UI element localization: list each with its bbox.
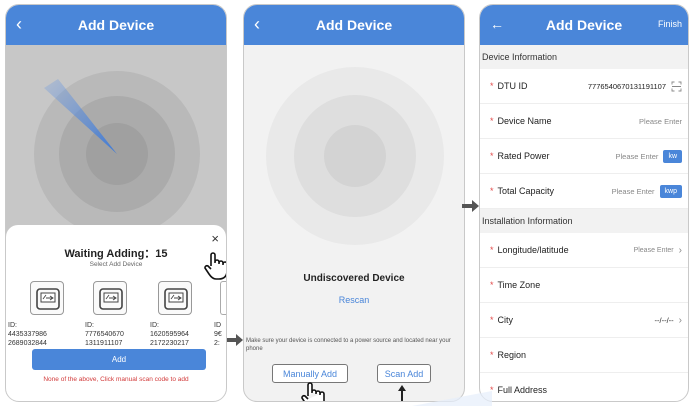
required-star: * xyxy=(490,350,494,360)
tap-hand-icon xyxy=(204,252,226,280)
device-card-partial xyxy=(220,281,226,315)
longitude-latitude-row[interactable]: * Longitude/latitude Please Enter › xyxy=(480,233,688,268)
device-name-label: Device Name xyxy=(497,116,552,126)
time-zone-row[interactable]: * Time Zone xyxy=(480,268,688,303)
up-arrow-icon xyxy=(398,385,406,401)
flow-arrow-icon xyxy=(462,200,479,212)
total-capacity-label: Total Capacity xyxy=(497,186,555,196)
back-icon[interactable]: ‹ xyxy=(254,14,260,34)
header-bar: ‹ Add Device xyxy=(244,5,464,45)
device-name-row[interactable]: * Device Name Please Enter xyxy=(480,104,688,139)
device-icon xyxy=(158,281,192,315)
power-hint-text: Make sure your device is connected to a … xyxy=(246,338,451,352)
device-form-screen: ← Add Device Finish Device Information *… xyxy=(479,4,689,402)
page-title: Add Device xyxy=(77,17,155,33)
close-icon[interactable]: × xyxy=(211,231,219,246)
region-row[interactable]: * Region xyxy=(480,338,688,373)
radar-ring-inner xyxy=(324,125,386,187)
required-star: * xyxy=(490,81,494,91)
unit-badge-kw: kw xyxy=(663,149,682,163)
total-capacity-row[interactable]: * Total Capacity Please Enter kwp xyxy=(480,174,688,209)
add-button[interactable]: Add xyxy=(32,349,206,370)
dtu-id-label: DTU ID xyxy=(497,81,528,91)
device-icon xyxy=(93,281,127,315)
search-device-screen: ‹ Add Device Undiscovered Device Rescan … xyxy=(243,4,465,402)
rescan-link[interactable]: Rescan xyxy=(244,295,464,305)
finish-button[interactable]: Finish xyxy=(658,19,682,29)
chevron-right-icon: › xyxy=(678,314,682,326)
scan-add-button[interactable]: Scan Add xyxy=(377,364,431,383)
header-bar: ‹ Add Device xyxy=(6,5,226,45)
rated-power-label: Rated Power xyxy=(497,151,550,161)
device-select-sheet: × Waiting Adding：15 Select Add Device ID… xyxy=(6,225,226,401)
total-capacity-input[interactable]: Please Enter kwp xyxy=(612,184,682,198)
longitude-latitude-label: Longitude/latitude xyxy=(497,245,569,255)
dtu-id-value: 7776540670131191107 xyxy=(588,81,682,92)
flow-arrow-icon xyxy=(227,334,243,346)
unit-badge-kwp: kwp xyxy=(659,184,682,198)
manual-scan-note[interactable]: None of the above, Click manual scan cod… xyxy=(6,376,226,383)
back-icon[interactable]: ‹ xyxy=(16,14,22,34)
required-star: * xyxy=(490,245,494,255)
section-device-information: Device Information xyxy=(480,45,688,69)
device-id-text: ID: 7776540670 1311911107 xyxy=(85,322,124,347)
full-address-row[interactable]: * Full Address xyxy=(480,373,688,401)
device-id-text: ID: 4435337986 2689032844 xyxy=(8,322,47,347)
device-id-text: ID: 1620595964 2172230217 xyxy=(150,322,189,347)
rated-power-row[interactable]: * Rated Power Please Enter kw xyxy=(480,139,688,174)
required-star: * xyxy=(490,186,494,196)
chevron-right-icon: › xyxy=(678,244,682,256)
time-zone-label: Time Zone xyxy=(497,280,541,290)
required-star: * xyxy=(490,116,494,126)
region-label: Region xyxy=(497,350,527,360)
undiscovered-label: Undiscovered Device xyxy=(303,273,405,284)
page-title: Add Device xyxy=(315,17,393,33)
waiting-adding-screen: ‹ Add Device × Waiting Adding：15 Select … xyxy=(5,4,227,402)
full-address-label: Full Address xyxy=(497,385,548,395)
back-arrow-icon[interactable]: ← xyxy=(490,14,504,34)
required-star: * xyxy=(490,280,494,290)
page-title: Add Device xyxy=(545,17,623,33)
scan-code-icon[interactable] xyxy=(671,81,682,92)
waiting-count-title: Waiting Adding：15 xyxy=(64,248,168,260)
longitude-latitude-input[interactable]: Please Enter › xyxy=(634,245,682,256)
select-device-label: Select Add Device xyxy=(89,261,143,268)
required-star: * xyxy=(490,151,494,161)
device-icon xyxy=(30,281,64,315)
connector-shape xyxy=(412,391,492,406)
tap-hand-icon xyxy=(301,382,325,401)
header-bar: ← Add Device Finish xyxy=(480,5,688,45)
city-value[interactable]: --/--/-- › xyxy=(655,315,683,326)
city-label: City xyxy=(497,315,514,325)
rated-power-input[interactable]: Please Enter kw xyxy=(615,149,682,163)
device-name-input[interactable]: Please Enter xyxy=(639,117,682,126)
device-id-text-partial: ID 9€ 2: xyxy=(214,322,222,347)
city-row[interactable]: * City --/--/-- › xyxy=(480,303,688,338)
dtu-id-row[interactable]: * DTU ID 7776540670131191107 xyxy=(480,69,688,104)
section-installation-information: Installation Information xyxy=(480,209,688,233)
required-star: * xyxy=(490,315,494,325)
radar-sweep-icon xyxy=(44,79,117,154)
